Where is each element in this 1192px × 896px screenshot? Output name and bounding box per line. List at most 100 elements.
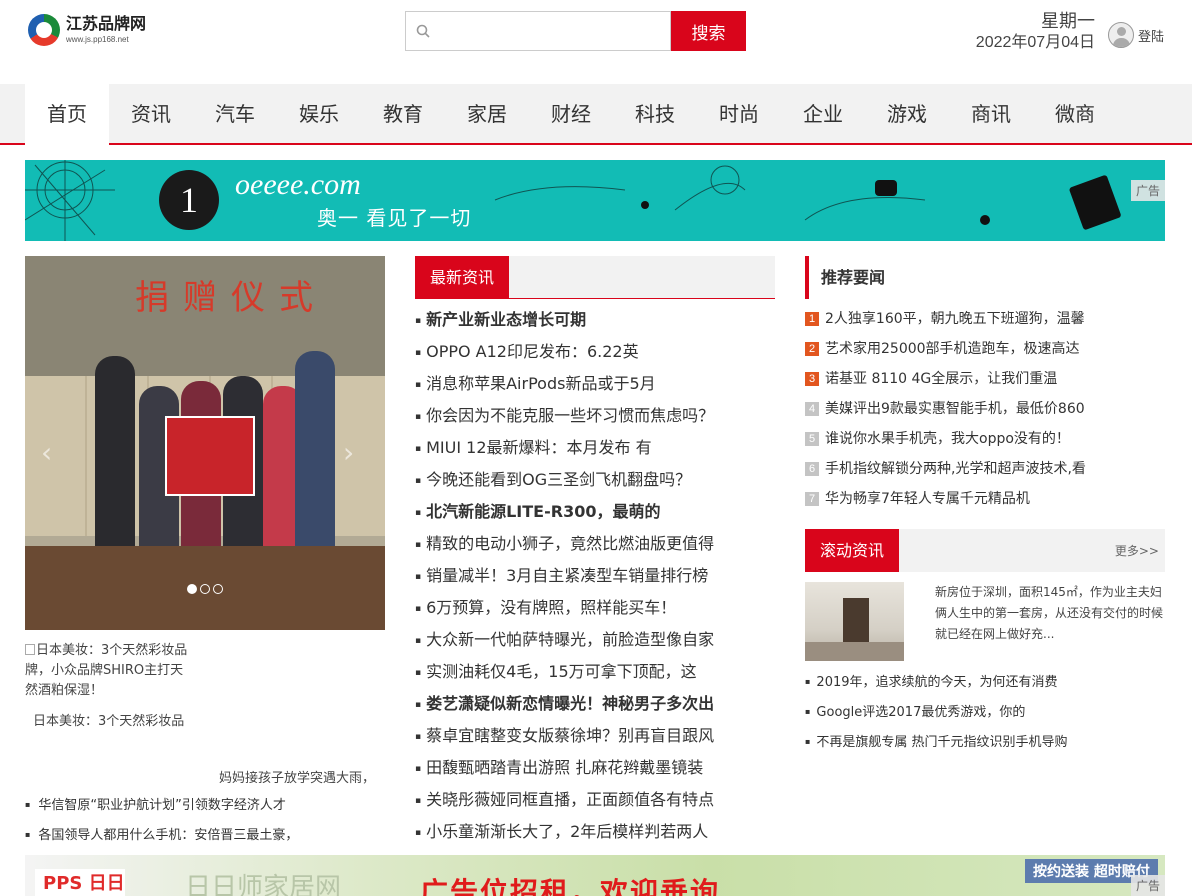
nav-item-games[interactable]: 游戏 <box>865 84 949 143</box>
list-item[interactable]: 田馥甄晒踏青出游照 扎麻花辫戴墨镜装 <box>415 752 775 784</box>
rank-badge: 6 <box>805 462 819 476</box>
list-item[interactable]: MIUI 12最新爆料：本月发布 有 <box>415 432 775 464</box>
list-item[interactable]: 今晚还能看到OG三圣剑飞机翻盘吗？ <box>415 464 775 496</box>
slide-dot[interactable] <box>213 584 223 594</box>
list-item[interactable]: 蔡卓宜瞎整变女版蔡徐坤？别再盲目跟风 <box>415 720 775 752</box>
latest-news-list: 新产业新业态增长可期OPPO A12印尼发布：6.22英消息称苹果AirPods… <box>415 304 775 848</box>
list-item-label: 谁说你水果手机壳，我大oppo没有的！ <box>825 431 1070 447</box>
list-item[interactable]: 华信智原“职业护航计划”引领数字经济人才 <box>25 795 385 825</box>
slide-dot[interactable] <box>200 584 210 594</box>
photo-slideshow[interactable]: 捐赠仪式 ‹ › <box>25 256 385 630</box>
search-icon <box>416 24 430 38</box>
nav-item-tech[interactable]: 科技 <box>613 84 697 143</box>
logo-title: 江苏品牌网 <box>66 14 147 33</box>
list-item[interactable]: 2 艺术家用25000部手机造跑车，极速高达 <box>805 339 1165 369</box>
tab-rolling-news[interactable]: 滚动资讯 <box>805 529 899 572</box>
ad-number: 1 <box>159 170 219 230</box>
list-item[interactable]: 小乐童渐渐长大了，2年后模样判若两人 <box>415 816 775 848</box>
list-item[interactable]: 不再是旗舰专属 热门千元指纹识别手机导购 <box>805 732 1165 762</box>
search-input[interactable] <box>436 13 670 49</box>
ad-site-name: 日日师家居网 <box>185 873 342 896</box>
list-item-label: 美媒评出9款最实惠智能手机，最低价860 <box>825 401 1085 417</box>
broken-image-alt[interactable]: 日本美妆：3个天然彩妆品牌，小众品牌SHIRO主打天然酒粕保湿！ <box>25 641 195 701</box>
slide-caption[interactable]: 日本美妆：3个天然彩妆品 <box>33 710 184 729</box>
rolling-news-summary[interactable]: 新房位于深圳，面积145㎡，作为业主夫妇俩人生中的第一套房，从还没有交付的时候就… <box>935 582 1165 645</box>
list-item[interactable]: 2019年，追求续航的今天，为何还有消费 <box>805 672 1165 702</box>
rank-badge: 1 <box>805 312 819 326</box>
nav-item-business[interactable]: 商讯 <box>949 84 1033 143</box>
rolling-news-thumbnail[interactable] <box>805 582 904 661</box>
nav-item-finance[interactable]: 财经 <box>529 84 613 143</box>
list-item[interactable]: 消息称苹果AirPods新品或于5月 <box>415 368 775 400</box>
list-item-label: 手机指纹解锁分两种,光学和超声波技术,看 <box>825 461 1086 477</box>
rank-badge: 5 <box>805 432 819 446</box>
recommend-list: 1 2人独享160平，朝九晚五下班遛狗，温馨 2 艺术家用25000部手机造跑车，极速… <box>805 309 1165 519</box>
broken-image-alt-text: 日本美妆：3个天然彩妆品牌，小众品牌SHIRO主打天然酒粕保湿！ <box>25 643 188 698</box>
nav-item-enterprise[interactable]: 企业 <box>781 84 865 143</box>
list-item[interactable]: 新产业新业态增长可期 <box>415 304 775 336</box>
nav-item-wechat-business[interactable]: 微商 <box>1033 84 1117 143</box>
list-item[interactable]: 6万预算，没有牌照，照样能买车！ <box>415 592 775 624</box>
slide-prev-arrow[interactable]: ‹ <box>41 436 52 469</box>
ad-headline: 广告位招租，欢迎垂询 <box>420 876 721 896</box>
search-button[interactable]: 搜索 <box>671 11 746 51</box>
more-link[interactable]: 更多>> <box>1115 542 1165 559</box>
rank-badge: 7 <box>805 492 819 506</box>
ad-label: 广告 <box>1130 180 1165 201</box>
nav-item-fashion[interactable]: 时尚 <box>697 84 781 143</box>
list-item[interactable]: OPPO A12印尼发布：6.22英 <box>415 336 775 368</box>
slide-next-arrow[interactable]: › <box>343 436 354 469</box>
site-logo[interactable]: 江苏品牌网 www.js.pp168.net <box>28 10 168 50</box>
search-field[interactable] <box>405 11 671 51</box>
left-news-list: 华信智原“职业护航计划”引领数字经济人才 各国领导人都用什么手机：安倍晋三最土豪… <box>25 795 385 855</box>
date: 2022年07月04日 <box>975 34 1095 51</box>
list-item[interactable]: 娄艺潇疑似新恋情曝光！神秘男子多次出 <box>415 688 775 720</box>
top-ad-banner[interactable]: 1 oeeee.com 奥一 看见了一切 广告 <box>25 160 1165 241</box>
nav-item-news[interactable]: 资讯 <box>109 84 193 143</box>
list-item[interactable]: 4 美媒评出9款最实惠智能手机，最低价860 <box>805 399 1165 429</box>
list-item[interactable]: 精致的电动小狮子，竟然比燃油版更值得 <box>415 528 775 560</box>
ad-label: 广告 <box>1130 875 1165 896</box>
date-display: 星期一 2022年07月04日 <box>965 10 1095 54</box>
list-item[interactable]: 5 谁说你水果手机壳，我大oppo没有的！ <box>805 429 1165 459</box>
left-news-text[interactable]: 妈妈接孩子放学突遇大雨， <box>25 767 385 786</box>
list-item[interactable]: 大众新一代帕萨特曝光，前脸造型像自家 <box>415 624 775 656</box>
ad-slogan: 奥一 看见了一切 <box>317 206 472 230</box>
main-nav: 首页 资讯 汽车 娱乐 教育 家居 财经 科技 时尚 企业 游戏 商讯 微商 <box>0 84 1192 145</box>
slide-dot[interactable] <box>187 584 197 594</box>
login-label: 登陆 <box>1138 29 1165 45</box>
list-item[interactable]: 7 华为畅享7年轻人专属千元精品机 <box>805 489 1165 519</box>
nav-item-entertainment[interactable]: 娱乐 <box>277 84 361 143</box>
bottom-ad-banner[interactable]: PPS 日日 日日师家居网 广告位招租，欢迎垂询 按约送装 超时赔付 广告 <box>25 855 1165 896</box>
list-item-label: 华为畅享7年轻人专属千元精品机 <box>825 491 1030 507</box>
list-item[interactable]: 1 2人独享160平，朝九晚五下班遛狗，温馨 <box>805 309 1165 339</box>
nav-item-home[interactable]: 首页 <box>25 84 109 145</box>
list-item[interactable]: 北汽新能源LITE-R300，最萌的 <box>415 496 775 528</box>
list-item-label: 艺术家用25000部手机造跑车，极速高达 <box>825 341 1080 357</box>
list-item[interactable]: 实测油耗仅4毛，15万可拿下顶配，这 <box>415 656 775 688</box>
logo-icon <box>28 14 60 46</box>
user-icon <box>1108 22 1134 48</box>
list-item[interactable]: 各国领导人都用什么手机：安倍晋三最土豪， <box>25 825 385 855</box>
rank-badge: 4 <box>805 402 819 416</box>
list-item[interactable]: 销量减半！3月自主紧凑型车销量排行榜 <box>415 560 775 592</box>
login-button[interactable]: 登陆 <box>1108 22 1164 48</box>
search-bar: 搜索 <box>405 11 746 51</box>
recommend-header: 推荐要闻 <box>805 256 1165 299</box>
tab-latest-news[interactable]: 最新资讯 <box>415 256 509 299</box>
rank-badge: 3 <box>805 372 819 386</box>
list-item[interactable]: Google评选2017最优秀游戏，你的 <box>805 702 1165 732</box>
nav-item-auto[interactable]: 汽车 <box>193 84 277 143</box>
list-item[interactable]: 6 手机指纹解锁分两种,光学和超声波技术,看 <box>805 459 1165 489</box>
list-item[interactable]: 关晓彤薇娅同框直播，正面颜值各有特点 <box>415 784 775 816</box>
weekday: 星期一 <box>1041 11 1095 31</box>
nav-item-home-living[interactable]: 家居 <box>445 84 529 143</box>
ad-logo: PPS 日日 <box>35 869 125 896</box>
slide-sign-text: 捐赠仪式 <box>135 278 327 318</box>
list-item[interactable]: 3 诺基亚 8110 4G全展示，让我们重温 <box>805 369 1165 399</box>
nav-item-education[interactable]: 教育 <box>361 84 445 143</box>
list-item[interactable]: 你会因为不能克服一些坏习惯而焦虑吗？ <box>415 400 775 432</box>
ad-brand: oeeee.com <box>235 168 361 201</box>
latest-news-header: 最新资讯 <box>415 256 775 299</box>
rolling-news-header: 滚动资讯 更多>> <box>805 529 1165 572</box>
